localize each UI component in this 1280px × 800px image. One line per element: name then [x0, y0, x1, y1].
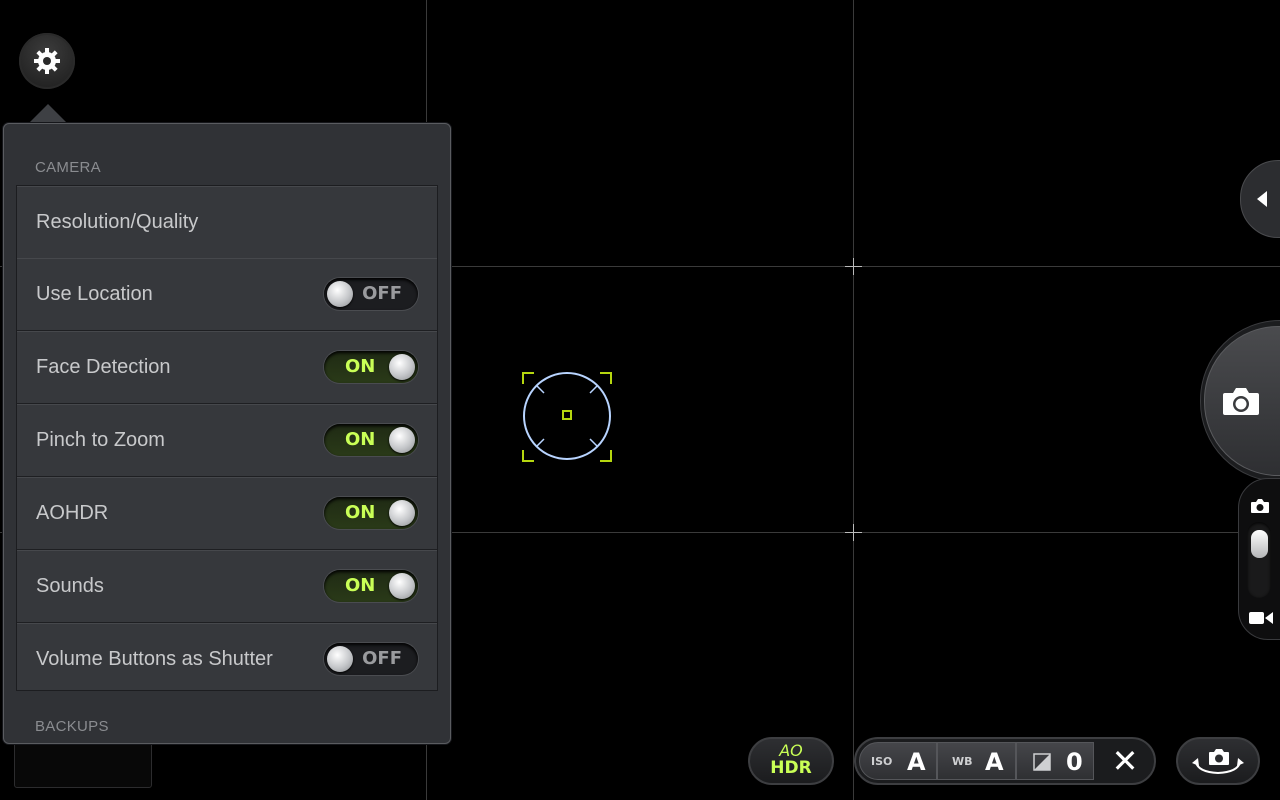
triangle-left-icon: [1257, 191, 1267, 207]
face-detection-toggle[interactable]: ON: [324, 351, 418, 383]
iso-label: ISO: [871, 755, 893, 768]
exposure-button[interactable]: 0: [1016, 742, 1094, 780]
camera-icon: [1223, 388, 1259, 415]
section-header-camera: CAMERA: [35, 159, 101, 176]
expand-panel-tab[interactable]: [1240, 160, 1280, 238]
setting-sounds[interactable]: Sounds ON: [17, 550, 437, 623]
hdr-label-bottom: HDR: [770, 758, 812, 778]
wb-label: WB: [952, 755, 973, 768]
toggle-knob: [389, 573, 415, 599]
iso-button[interactable]: ISO A: [859, 742, 937, 780]
focus-reticle[interactable]: [520, 370, 614, 464]
setting-label: Volume Buttons as Shutter: [36, 648, 273, 670]
settings-button[interactable]: [19, 33, 75, 89]
setting-label: Pinch to Zoom: [36, 429, 165, 451]
setting-use-location[interactable]: Use Location OFF: [17, 258, 437, 331]
gear-icon: [34, 48, 60, 74]
thumbnail-preview[interactable]: [14, 740, 152, 788]
setting-volume-buttons-as-shutter[interactable]: Volume Buttons as Shutter OFF: [17, 623, 437, 695]
toggle-knob: [327, 646, 353, 672]
toggle-state: OFF: [362, 283, 402, 304]
toggle-state: ON: [345, 502, 376, 523]
settings-panel-caret: [28, 104, 68, 124]
exposure-icon: [1033, 753, 1051, 771]
toggle-knob: [389, 427, 415, 453]
section-header-backups: BACKUPS: [35, 718, 109, 735]
settings-panel: CAMERA Resolution/Quality Use Location O…: [3, 123, 451, 744]
setting-aohdr[interactable]: AOHDR ON: [17, 477, 437, 550]
setting-label: Sounds: [36, 575, 104, 597]
use-location-toggle[interactable]: OFF: [324, 278, 418, 310]
settings-list: Resolution/Quality Use Location OFF Face…: [16, 185, 438, 691]
setting-pinch-to-zoom[interactable]: Pinch to Zoom ON: [17, 404, 437, 477]
setting-label: AOHDR: [36, 502, 109, 524]
toggle-knob: [389, 354, 415, 380]
toggle-knob: [327, 281, 353, 307]
aohdr-button[interactable]: AO HDR: [748, 737, 834, 785]
sounds-toggle[interactable]: ON: [324, 570, 418, 602]
setting-resolution-quality[interactable]: Resolution/Quality: [17, 186, 437, 259]
wb-value: A: [985, 748, 1004, 776]
white-balance-button[interactable]: WB A: [937, 742, 1016, 780]
camera-icon[interactable]: [1250, 498, 1270, 514]
switch-camera-button[interactable]: [1176, 737, 1260, 785]
grid-intersection-marker: [845, 258, 862, 275]
shutter-button[interactable]: [1204, 326, 1280, 476]
toggle-state: OFF: [362, 648, 402, 669]
close-icon[interactable]: ✕: [1109, 743, 1141, 779]
switch-camera-icon: [1192, 749, 1244, 775]
grid-line-vertical-2: [853, 0, 854, 800]
exposure-value: 0: [1066, 748, 1083, 776]
iso-value: A: [907, 748, 926, 776]
toggle-knob: [389, 500, 415, 526]
setting-face-detection[interactable]: Face Detection ON: [17, 331, 437, 404]
setting-label: Use Location: [36, 283, 153, 305]
video-camera-icon[interactable]: [1248, 610, 1274, 626]
grid-intersection-marker: [845, 524, 862, 541]
mode-switch-knob[interactable]: [1251, 530, 1268, 558]
aohdr-toggle[interactable]: ON: [324, 497, 418, 529]
toggle-state: ON: [345, 429, 376, 450]
setting-label: Resolution/Quality: [36, 211, 199, 233]
toggle-state: ON: [345, 356, 376, 377]
setting-label: Face Detection: [36, 356, 171, 378]
volume-shutter-toggle[interactable]: OFF: [324, 643, 418, 675]
pinch-to-zoom-toggle[interactable]: ON: [324, 424, 418, 456]
toggle-state: ON: [345, 575, 376, 596]
